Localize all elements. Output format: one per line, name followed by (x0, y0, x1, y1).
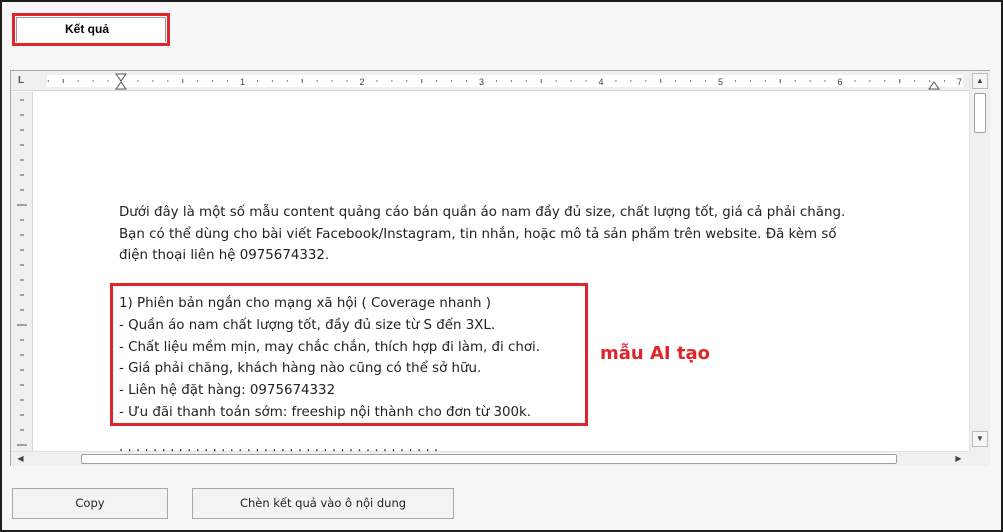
ruler-track: 1 2 3 4 5 6 7 (47, 75, 963, 87)
vertical-ruler (11, 92, 33, 451)
ruler-number: 7 (957, 77, 962, 87)
vertical-scrollbar[interactable]: ▲ ▼ (969, 71, 990, 451)
scroll-up-icon[interactable]: ▲ (972, 73, 988, 89)
insert-result-button[interactable]: Chèn kết quả vào ô nội dung (192, 488, 454, 519)
ruler-number: 5 (718, 77, 723, 87)
intro-line-1: Dưới đây là một số mẫu content quảng cáo… (119, 205, 846, 220)
horizontal-ruler[interactable]: L 1 2 3 4 5 6 7 (11, 71, 969, 91)
ai-sample-annotation: mẫu AI tạo (600, 343, 710, 364)
tab-stop-selector[interactable]: L (14, 74, 28, 88)
copy-button[interactable]: Copy (12, 488, 168, 519)
ruler-ticks: 1 2 3 4 5 6 7 (47, 77, 962, 87)
result-dialog: Kết quả L 1234567 Dưới đây là một số mẫu (0, 0, 1003, 532)
horizontal-scroll-thumb[interactable] (81, 454, 897, 464)
intro-line-2: Bạn có thể dùng cho bài viết Facebook/In… (119, 226, 837, 242)
ruler-number: 4 (598, 77, 603, 87)
ruler-number: 6 (837, 77, 842, 87)
horizontal-scrollbar[interactable]: ◀ ▶ (11, 451, 969, 466)
ai-sample-highlight-box (110, 283, 588, 426)
scroll-down-icon[interactable]: ▼ (972, 431, 988, 447)
tab-ket-qua[interactable]: Kết quả (16, 17, 166, 42)
partially-visible-line: · · · · · · · · · · · · · · · · · · · · … (119, 441, 438, 451)
intro-line-3: điện thoại liên hệ 0975674332. (119, 248, 330, 263)
vertical-ruler-ticks (17, 99, 27, 446)
vertical-scroll-thumb[interactable] (974, 93, 986, 133)
intro-paragraph: Dưới đây là một số mẫu content quảng cáo… (119, 202, 939, 267)
ruler-number: 2 (359, 77, 364, 87)
ruler-number: 3 (479, 77, 484, 87)
ruler-number: 1 (240, 77, 245, 87)
scroll-corner (969, 451, 990, 466)
scroll-right-icon[interactable]: ▶ (951, 452, 966, 466)
scroll-left-icon[interactable]: ◀ (13, 452, 28, 466)
